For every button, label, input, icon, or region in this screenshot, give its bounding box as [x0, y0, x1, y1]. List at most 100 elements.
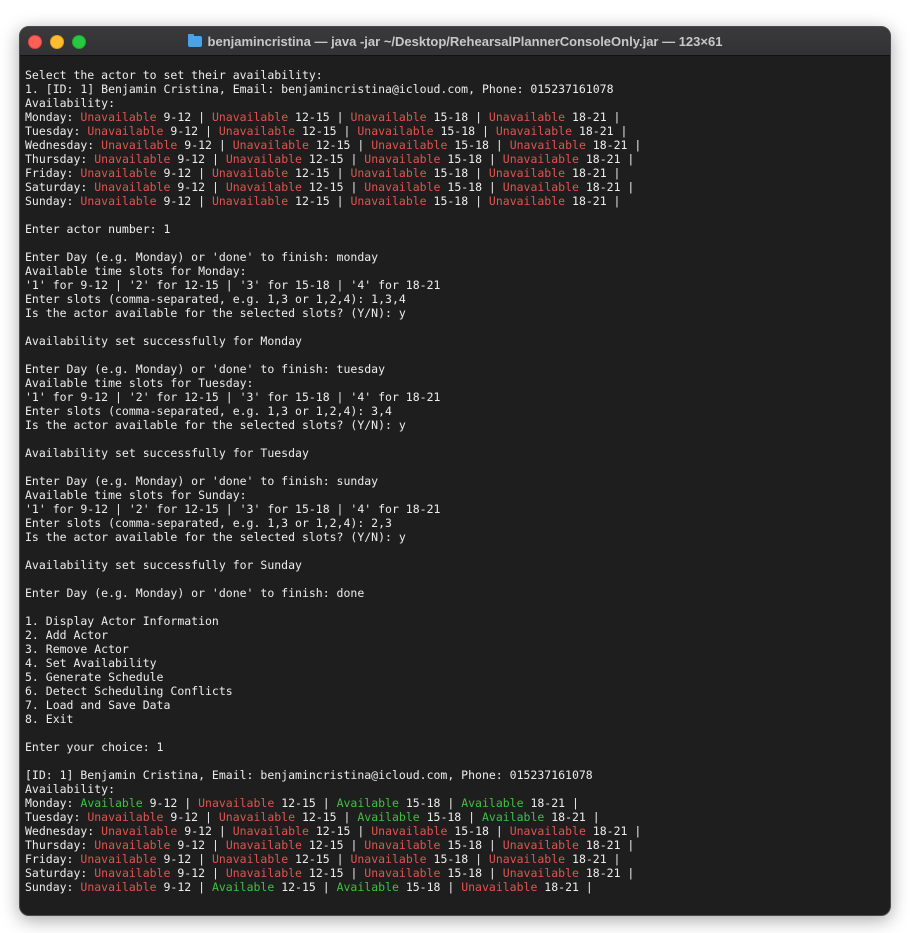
- terminal-text: Wednesday:: [25, 824, 102, 838]
- terminal-text: 9-12 |: [156, 194, 212, 208]
- terminal-text: 12-15 |: [301, 180, 365, 194]
- terminal-line: Tuesday: Unavailable 9-12 | Unavailable …: [25, 810, 882, 824]
- terminal-text: Monday:: [25, 110, 81, 124]
- terminal-line: Availability:: [25, 96, 882, 110]
- terminal-text: 12-15 |: [295, 124, 358, 138]
- terminal-text: 18-21 |: [578, 838, 635, 852]
- terminal-text: Availability set successfully for Monday: [25, 334, 302, 348]
- terminal-line: '1' for 9-12 | '2' for 12-15 | '3' for 1…: [25, 502, 882, 516]
- terminal-text: 12-15 |: [288, 110, 351, 124]
- status-unavailable: Unavailable: [488, 852, 566, 866]
- terminal-text: 18-21 |: [565, 852, 621, 866]
- terminal-line: Tuesday: Unavailable 9-12 | Unavailable …: [25, 124, 882, 138]
- terminal-output[interactable]: Select the actor to set their availabili…: [25, 68, 882, 894]
- terminal-text: 5. Generate Schedule: [25, 670, 164, 684]
- status-unavailable: Unavailable: [94, 152, 171, 166]
- status-unavailable: Unavailable: [371, 138, 448, 152]
- terminal-text: Tuesday:: [25, 124, 88, 138]
- status-unavailable: Unavailable: [488, 166, 566, 180]
- terminal-text: 12-15 |: [274, 880, 337, 894]
- terminal-text: 15-18 |: [398, 796, 462, 810]
- terminal-text: Availability set successfully for Tuesda…: [25, 446, 309, 460]
- terminal-line: Available time slots for Monday:: [25, 264, 882, 278]
- status-unavailable: Unavailable: [509, 824, 586, 838]
- terminal-text: Enter Day (e.g. Monday) or 'done' to fin…: [25, 586, 365, 600]
- terminal-text: 9-12 |: [170, 152, 226, 166]
- terminal-window[interactable]: benjamincristina — java -jar ~/Desktop/R…: [19, 26, 891, 916]
- terminal-text: 15-18 |: [440, 866, 503, 880]
- terminal-text: 12-15 |: [301, 152, 365, 166]
- window-title-area: benjamincristina — java -jar ~/Desktop/R…: [20, 27, 890, 55]
- terminal-line: Saturday: Unavailable 9-12 | Unavailable…: [25, 180, 882, 194]
- terminal-text: Thursday:: [25, 838, 95, 852]
- terminal-line: Wednesday: Unavailable 9-12 | Unavailabl…: [25, 824, 882, 838]
- terminal-text: Friday:: [25, 166, 81, 180]
- terminal-line: Is the actor available for the selected …: [25, 530, 882, 544]
- status-available: Available: [336, 880, 399, 894]
- terminal-text: Is the actor available for the selected …: [25, 418, 406, 432]
- terminal-text: 18-21 |: [572, 124, 628, 138]
- status-unavailable: Unavailable: [502, 866, 579, 880]
- terminal-text: 4. Set Availability: [25, 656, 157, 670]
- terminal-line: 8. Exit: [25, 712, 882, 726]
- terminal-line: '1' for 9-12 | '2' for 12-15 | '3' for 1…: [25, 390, 882, 404]
- terminal-line: Enter Day (e.g. Monday) or 'done' to fin…: [25, 362, 882, 376]
- status-available: Available: [211, 880, 275, 894]
- terminal-line: Saturday: Unavailable 9-12 | Unavailable…: [25, 866, 882, 880]
- terminal-text: 18-21 |: [544, 810, 600, 824]
- terminal-line: Availability set successfully for Tuesda…: [25, 446, 882, 460]
- terminal-text: Enter Day (e.g. Monday) or 'done' to fin…: [25, 250, 379, 264]
- terminal-text: Monday:: [25, 796, 81, 810]
- status-unavailable: Unavailable: [211, 194, 289, 208]
- status-unavailable: Unavailable: [80, 852, 157, 866]
- terminal-text: Availability set successfully for Sunday: [25, 558, 302, 572]
- terminal-line: Friday: Unavailable 9-12 | Unavailable 1…: [25, 166, 882, 180]
- status-unavailable: Unavailable: [94, 838, 171, 852]
- terminal-text: Availability:: [25, 782, 116, 796]
- terminal-text: 18-21 |: [523, 796, 579, 810]
- terminal-text: Enter Day (e.g. Monday) or 'done' to fin…: [25, 474, 379, 488]
- terminal-line: [ID: 1] Benjamin Cristina, Email: benjam…: [25, 768, 882, 782]
- terminal-text: 9-12 |: [156, 880, 212, 894]
- terminal-text: 9-12 |: [163, 124, 219, 138]
- terminal-text: Sunday:: [25, 194, 81, 208]
- terminal-text: 18-21 |: [537, 880, 593, 894]
- status-unavailable: Unavailable: [211, 110, 289, 124]
- status-unavailable: Unavailable: [225, 180, 302, 194]
- status-unavailable: Unavailable: [350, 110, 427, 124]
- terminal-text: 12-15 |: [301, 838, 365, 852]
- terminal-text: Availability:: [25, 96, 116, 110]
- terminal-line: Thursday: Unavailable 9-12 | Unavailable…: [25, 838, 882, 852]
- status-unavailable: Unavailable: [364, 838, 441, 852]
- status-available: Available: [461, 796, 524, 810]
- status-unavailable: Unavailable: [225, 152, 302, 166]
- status-unavailable: Unavailable: [357, 124, 434, 138]
- terminal-line: 6. Detect Scheduling Conflicts: [25, 684, 882, 698]
- terminal-text: Tuesday:: [25, 810, 88, 824]
- status-available: Available: [80, 796, 143, 810]
- terminal-text: 12-15 |: [308, 824, 372, 838]
- terminal-text: Enter actor number: 1: [25, 222, 171, 236]
- terminal-text: 12-15 |: [288, 852, 351, 866]
- terminal-line: Enter slots (comma-separated, e.g. 1,3 o…: [25, 292, 882, 306]
- terminal-line: 2. Add Actor: [25, 628, 882, 642]
- terminal-text: 12-15 |: [288, 194, 351, 208]
- terminal-text: 15-18 |: [426, 852, 489, 866]
- terminal-text: 15-18 |: [419, 810, 482, 824]
- terminal-text: Available time slots for Monday:: [25, 264, 247, 278]
- terminal-line: Enter actor number: 1: [25, 222, 882, 236]
- terminal-text: Thursday:: [25, 152, 95, 166]
- terminal-text: 9-12 |: [170, 866, 226, 880]
- status-unavailable: Unavailable: [364, 152, 441, 166]
- terminal-text: 1. Display Actor Information: [25, 614, 219, 628]
- terminal-line: Sunday: Unavailable 9-12 | Unavailable 1…: [25, 194, 882, 208]
- terminal-text: 8. Exit: [25, 712, 74, 726]
- terminal-text: 15-18 |: [398, 880, 462, 894]
- title-bar[interactable]: benjamincristina — java -jar ~/Desktop/R…: [20, 27, 890, 56]
- terminal-text: 15-18 |: [447, 824, 510, 838]
